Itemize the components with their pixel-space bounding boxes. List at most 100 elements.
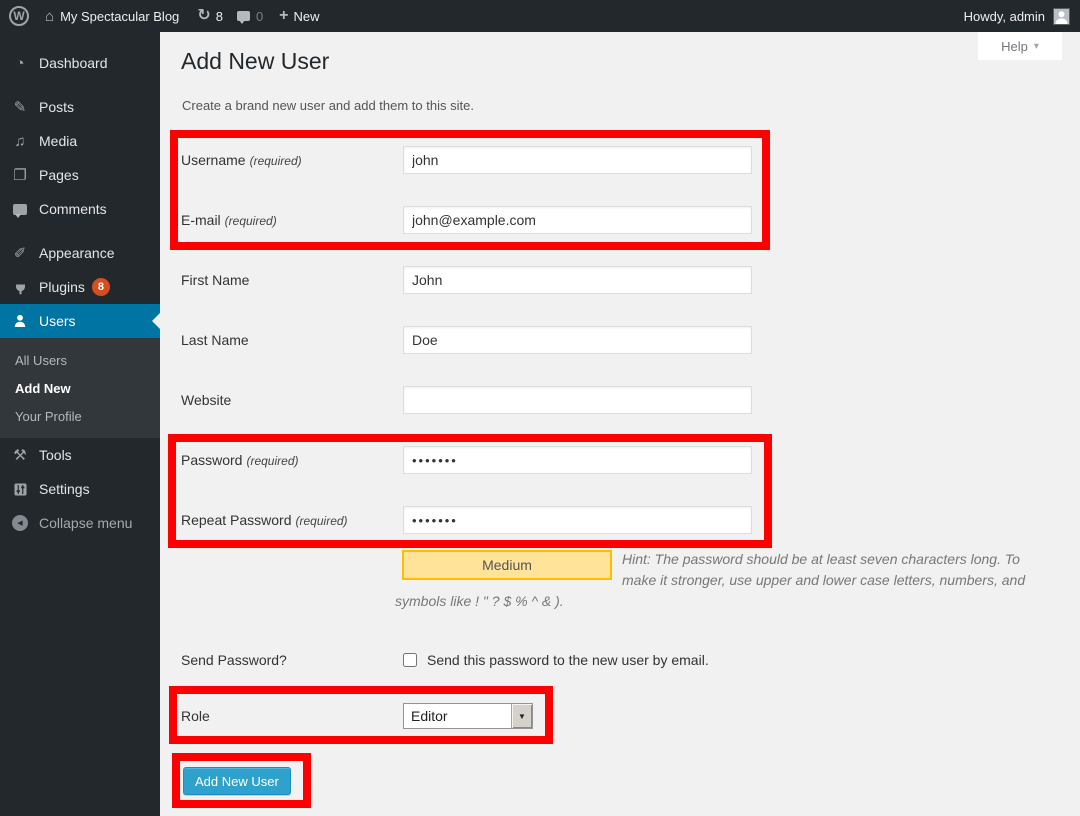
username-label: Username(required) <box>181 152 403 168</box>
form-row-role: Role Editor ▼ <box>181 703 1051 729</box>
role-select-value: Editor <box>404 704 511 728</box>
help-tab[interactable]: Help ▾ <box>978 32 1062 60</box>
email-label: E-mail(required) <box>181 212 403 228</box>
site-name-label: My Spectacular Blog <box>60 9 179 24</box>
form-row-website: Website <box>181 386 1051 414</box>
dashboard-icon: ◔ <box>10 56 30 71</box>
password-strength-meter: Medium <box>402 550 612 580</box>
plus-icon: + <box>279 7 288 25</box>
sidebar-item-settings[interactable]: Settings <box>0 472 160 506</box>
current-menu-arrow <box>152 313 160 329</box>
sidebar-item-label: Plugins <box>39 279 85 295</box>
settings-icon <box>10 482 30 497</box>
comments-icon <box>10 204 30 215</box>
main-content: Help ▾ Add New User Create a brand new u… <box>160 32 1080 816</box>
sidebar-item-label: Tools <box>39 447 72 463</box>
users-icon <box>10 313 30 329</box>
sidebar-item-media[interactable]: ♫ Media <box>0 124 160 158</box>
send-password-label: Send Password? <box>181 652 403 668</box>
required-note: (required) <box>296 514 348 528</box>
appearance-icon: ✐ <box>10 246 30 261</box>
form-row-username: Username(required) <box>181 146 1051 174</box>
last-name-label: Last Name <box>181 332 403 348</box>
sidebar-item-plugins[interactable]: Plugins 8 <box>0 270 160 304</box>
sidebar-item-dashboard[interactable]: ◔ Dashboard <box>0 46 160 80</box>
chevron-down-icon: ▾ <box>1034 41 1039 52</box>
sidebar-item-pages[interactable]: ❐ Pages <box>0 158 160 192</box>
plugins-icon <box>10 280 30 295</box>
first-name-input[interactable] <box>403 266 752 294</box>
submenu-item-label: Add New <box>15 381 71 396</box>
sidebar-item-label: Users <box>39 313 76 329</box>
update-count: 8 <box>216 9 223 24</box>
sidebar-item-tools[interactable]: ⚒ Tools <box>0 438 160 472</box>
submenu-item-label: All Users <box>15 353 67 368</box>
posts-icon: ✎ <box>10 100 30 115</box>
role-label: Role <box>181 708 403 724</box>
repeat-password-input[interactable] <box>403 506 752 534</box>
comment-bubble-icon <box>237 11 250 21</box>
sidebar-item-collapse-menu[interactable]: ◀ Collapse menu <box>0 506 160 540</box>
password-label: Password(required) <box>181 452 403 468</box>
collapse-icon: ◀ <box>10 515 30 531</box>
sidebar-item-label: Posts <box>39 99 74 115</box>
send-password-checkbox-label: Send this password to the new user by em… <box>427 652 709 668</box>
sidebar-item-users[interactable]: Users <box>0 304 160 338</box>
submenu-item-all-users[interactable]: All Users <box>0 346 160 374</box>
sidebar-item-posts[interactable]: ✎ Posts <box>0 90 160 124</box>
submenu-item-your-profile[interactable]: Your Profile <box>0 402 160 430</box>
submenu-item-label: Your Profile <box>15 409 82 424</box>
role-select[interactable]: Editor ▼ <box>403 703 533 729</box>
website-label: Website <box>181 392 403 408</box>
form-row-email: E-mail(required) <box>181 206 1051 234</box>
avatar <box>1053 8 1070 25</box>
comment-count: 0 <box>256 9 263 24</box>
page-title: Add New User <box>181 48 329 75</box>
email-input[interactable] <box>403 206 752 234</box>
form-row-repeat-password: Repeat Password(required) <box>181 506 1051 534</box>
required-note: (required) <box>225 214 277 228</box>
admin-bar-account[interactable]: Howdy, admin <box>964 0 1070 32</box>
required-note: (required) <box>246 454 298 468</box>
form-row-send-password: Send Password? Send this password to the… <box>181 646 1051 674</box>
sidebar: ◔ Dashboard ✎ Posts ♫ Media ❐ Pages Comm… <box>0 32 160 816</box>
repeat-password-label: Repeat Password(required) <box>181 512 403 528</box>
select-arrow-icon: ▼ <box>511 704 532 728</box>
updates-icon: ↻ <box>197 8 210 24</box>
plugins-update-badge: 8 <box>92 278 110 296</box>
username-input[interactable] <box>403 146 752 174</box>
sidebar-item-label: Collapse menu <box>39 515 132 531</box>
media-icon: ♫ <box>10 134 30 149</box>
add-new-user-button[interactable]: Add New User <box>183 767 291 795</box>
users-submenu: All Users Add New Your Profile <box>0 338 160 438</box>
sidebar-item-label: Media <box>39 133 77 149</box>
sidebar-item-comments[interactable]: Comments <box>0 192 160 226</box>
wordpress-logo-icon[interactable]: W <box>9 6 29 26</box>
page-subtitle: Create a brand new user and add them to … <box>182 98 474 113</box>
form-row-password: Password(required) <box>181 446 1051 474</box>
admin-bar: W ⌂ My Spectacular Blog ↻ 8 0 + New Howd… <box>0 0 1080 32</box>
admin-bar-new[interactable]: + New <box>279 0 319 32</box>
website-input[interactable] <box>403 386 752 414</box>
sidebar-item-label: Comments <box>39 201 107 217</box>
password-input[interactable] <box>403 446 752 474</box>
send-password-checkbox[interactable] <box>403 653 417 667</box>
last-name-input[interactable] <box>403 326 752 354</box>
sidebar-item-label: Settings <box>39 481 90 497</box>
sidebar-item-label: Dashboard <box>39 55 108 71</box>
sidebar-item-label: Appearance <box>39 245 115 261</box>
pages-icon: ❐ <box>10 168 30 183</box>
first-name-label: First Name <box>181 272 403 288</box>
submenu-item-add-new[interactable]: Add New <box>0 374 160 402</box>
tools-icon: ⚒ <box>10 448 30 463</box>
required-note: (required) <box>250 154 302 168</box>
admin-bar-comments[interactable]: 0 <box>237 0 263 32</box>
help-label: Help <box>1001 39 1028 54</box>
sidebar-item-label: Pages <box>39 167 79 183</box>
admin-bar-site-name[interactable]: ⌂ My Spectacular Blog <box>45 0 179 32</box>
admin-bar-updates[interactable]: ↻ 8 <box>197 0 223 32</box>
form-row-last-name: Last Name <box>181 326 1051 354</box>
howdy-label: Howdy, admin <box>964 9 1045 24</box>
sidebar-item-appearance[interactable]: ✐ Appearance <box>0 236 160 270</box>
home-icon: ⌂ <box>45 9 54 24</box>
